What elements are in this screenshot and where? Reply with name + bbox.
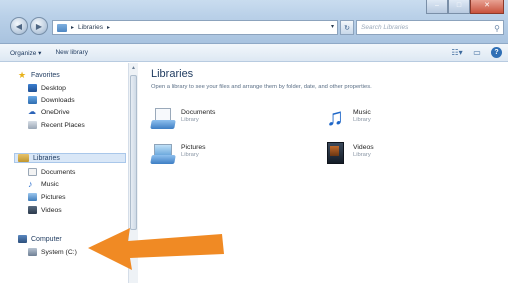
nav-libraries-label: Libraries — [33, 154, 60, 162]
minimize-icon: – — [435, 2, 439, 9]
scrollbar-thumb[interactable] — [130, 75, 137, 230]
nav-item-music[interactable]: ♪ Music — [28, 179, 59, 189]
help-icon[interactable]: ? — [491, 47, 502, 58]
nav-favorites[interactable]: ★ Favorites — [18, 71, 60, 80]
breadcrumb-separator: ▸ — [71, 25, 75, 31]
library-name: Pictures — [181, 144, 206, 151]
breadcrumb-libraries[interactable]: Libraries — [78, 24, 103, 31]
forward-button[interactable]: ▶ — [30, 17, 48, 35]
library-pictures[interactable]: Pictures Library — [151, 141, 206, 165]
downloads-icon — [28, 96, 37, 104]
libraries-icon — [57, 23, 67, 32]
nav-item-label: OneDrive — [41, 108, 70, 116]
search-placeholder: Search Libraries — [361, 24, 409, 31]
nav-item-pictures[interactable]: Pictures — [28, 193, 66, 201]
breadcrumb-separator-trailing[interactable]: ▸ — [107, 24, 110, 31]
organize-button[interactable]: Organize ▾ — [10, 49, 41, 57]
star-icon: ★ — [18, 70, 27, 80]
videos-library-icon — [323, 141, 347, 165]
music-icon: ♪ — [28, 179, 33, 189]
page-description: Open a library to see your files and arr… — [151, 84, 372, 90]
nav-item-system-drive[interactable]: System (C:) — [28, 248, 77, 256]
nav-item-recent-places[interactable]: Recent Places — [28, 121, 85, 129]
nav-item-desktop[interactable]: Desktop — [28, 84, 66, 92]
search-input[interactable]: Search Libraries ⚲ — [356, 20, 504, 35]
nav-item-label: Recent Places — [41, 121, 85, 129]
nav-computer-label: Computer — [31, 235, 62, 243]
drive-icon — [28, 248, 37, 256]
library-type: Library — [181, 152, 199, 158]
window-controls: – □ ✕ — [426, 0, 504, 14]
refresh-button[interactable]: ↻ — [340, 20, 354, 35]
nav-item-label: System (C:) — [41, 248, 77, 256]
library-documents[interactable]: Documents Library — [151, 106, 215, 130]
documents-library-icon — [151, 106, 175, 130]
desktop-icon — [28, 84, 37, 92]
nav-item-label: Pictures — [41, 193, 66, 201]
nav-item-onedrive[interactable]: ☁ OneDrive — [28, 108, 70, 116]
videos-icon — [28, 206, 37, 214]
nav-item-downloads[interactable]: Downloads — [28, 96, 75, 104]
change-view-icon[interactable]: ☷▾ — [451, 47, 463, 58]
address-bar[interactable]: ▸ Libraries ▸ ▾ — [52, 20, 338, 35]
recent-places-icon — [28, 121, 37, 129]
maximize-button[interactable]: □ — [448, 0, 470, 14]
libraries-icon — [18, 154, 29, 162]
nav-item-label: Desktop — [41, 84, 66, 92]
library-type: Library — [353, 117, 371, 123]
nav-item-videos[interactable]: Videos — [28, 206, 62, 214]
forward-arrow-icon: ▶ — [35, 21, 43, 31]
music-library-icon: ♫ — [326, 104, 344, 131]
library-type: Library — [181, 117, 199, 123]
view-controls: ☷▾ ▭ ? — [451, 47, 502, 58]
library-type: Library — [353, 152, 371, 158]
nav-item-documents[interactable]: Documents — [28, 168, 75, 176]
navigation-buttons: ◀ ▶ — [10, 17, 48, 35]
computer-icon — [18, 235, 27, 243]
annotation-arrow-icon — [88, 228, 224, 270]
back-arrow-icon: ◀ — [15, 21, 23, 31]
nav-item-label: Music — [41, 180, 59, 188]
page-title: Libraries — [151, 68, 194, 80]
minimize-button[interactable]: – — [426, 0, 448, 14]
nav-libraries[interactable]: Libraries — [18, 154, 60, 162]
address-dropdown-icon[interactable]: ▾ — [331, 23, 334, 30]
annotation-arrow-shape — [88, 228, 224, 270]
library-videos[interactable]: Videos Library — [323, 141, 374, 165]
nav-computer[interactable]: Computer — [18, 235, 62, 243]
search-icon[interactable]: ⚲ — [494, 22, 500, 35]
library-name: Videos — [353, 144, 374, 151]
maximize-icon: □ — [456, 2, 462, 9]
nav-item-label: Documents — [41, 168, 76, 176]
scroll-up-icon[interactable]: ▲ — [131, 65, 136, 71]
pictures-library-icon — [151, 141, 175, 165]
nav-item-label: Videos — [41, 206, 62, 214]
new-library-button[interactable]: New library — [55, 49, 88, 56]
nav-favorites-label: Favorites — [31, 72, 60, 79]
close-icon: ✕ — [484, 2, 490, 9]
onedrive-icon: ☁ — [28, 107, 36, 116]
back-button[interactable]: ◀ — [10, 17, 28, 35]
close-button[interactable]: ✕ — [470, 0, 504, 14]
preview-pane-icon[interactable]: ▭ — [471, 47, 483, 58]
library-name: Documents — [181, 109, 216, 116]
library-music[interactable]: ♫ Music Library — [323, 106, 371, 130]
library-name: Music — [353, 109, 371, 116]
pictures-icon — [28, 193, 37, 201]
nav-item-label: Downloads — [41, 96, 75, 104]
command-bar: Organize ▾ New library ☷▾ ▭ ? — [0, 44, 508, 62]
documents-icon — [28, 168, 37, 176]
